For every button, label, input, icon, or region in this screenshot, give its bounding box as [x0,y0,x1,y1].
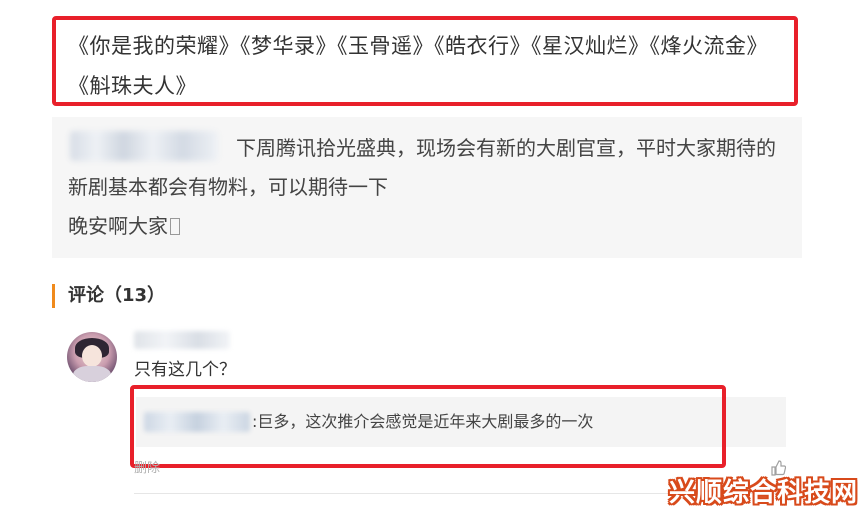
comments-header: 评论（13） [52,284,165,308]
quote-text: 下周腾讯拾光盛典，现场会有新的大剧官宣，平时大家期待的新剧基本都会有物料，可以期… [68,129,788,246]
blurred-username[interactable] [134,331,230,349]
watermark: 兴顺综合科技网 [668,478,858,508]
missing-glyph-icon [170,218,180,235]
quote-line-1: 下周腾讯拾光盛典，现场会有新的大剧官宣，平时大家期待的新剧基本都会有物料，可以期… [68,136,776,199]
thumbs-up-icon-svg [771,460,787,476]
highlight-box-reply [130,385,726,468]
highlight-box-title [52,16,798,106]
comment-text: 只有这几个？ [134,360,236,380]
avatar-dress [73,366,111,382]
avatar[interactable] [67,332,117,382]
avatar-face [82,345,102,367]
delete-link[interactable]: 删除 [134,460,160,478]
quote-block: 下周腾讯拾光盛典，现场会有新的大剧官宣，平时大家期待的新剧基本都会有物料，可以期… [52,117,802,258]
quote-line-2: 晚安啊大家 [68,214,168,238]
